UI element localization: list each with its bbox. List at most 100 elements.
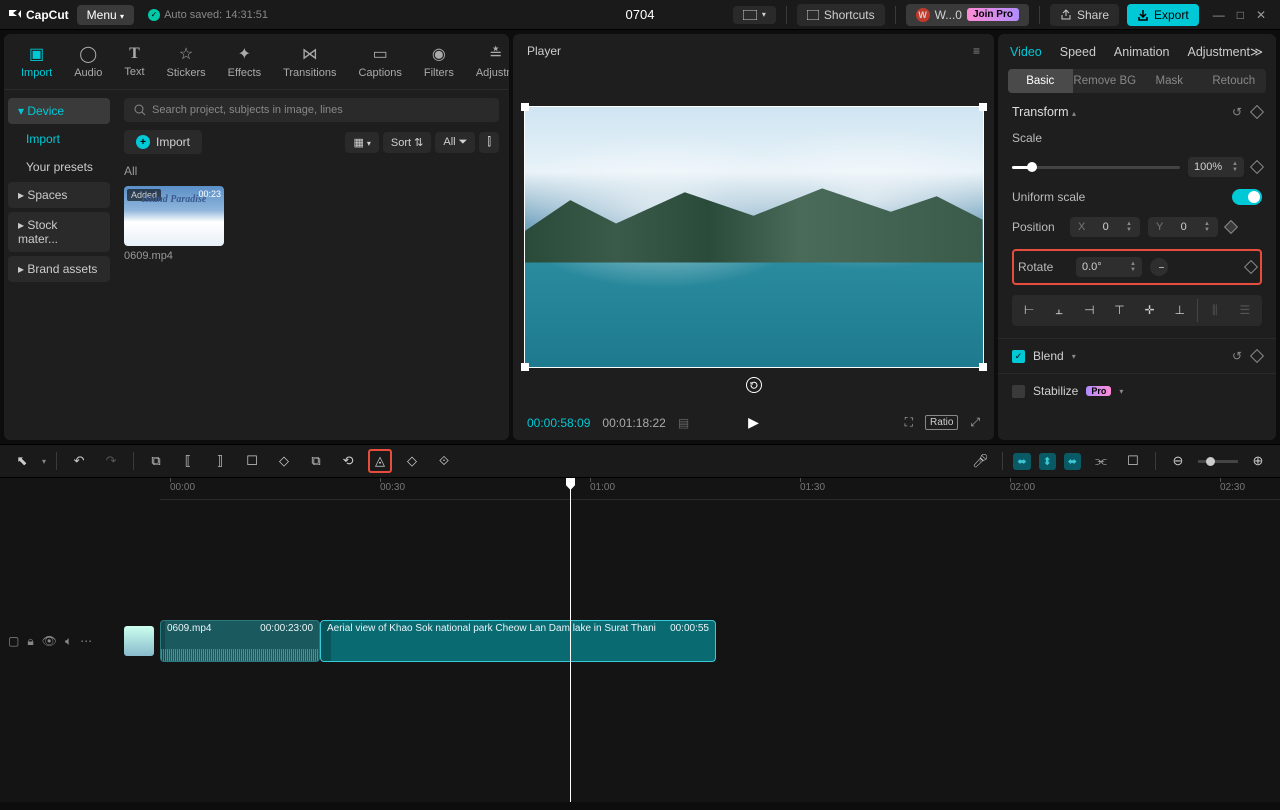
transform-header[interactable]: Transform ▴ (1012, 105, 1076, 119)
export-button[interactable]: Export (1127, 4, 1199, 26)
reset-blend-icon[interactable]: ↺ (1232, 349, 1242, 363)
split-button[interactable]: ⧉ (144, 449, 168, 473)
player-canvas[interactable] (524, 106, 984, 368)
keyframe-position-button[interactable] (1224, 220, 1238, 234)
tab-text[interactable]: TText (115, 41, 153, 82)
sidebar-item-import[interactable]: Import (8, 126, 110, 152)
timeline-clip-1[interactable]: 0609.mp400:00:23:00 (160, 620, 320, 662)
mic-button[interactable]: 🎤︎ (968, 449, 992, 473)
sort-button[interactable]: Sort ⇅ (383, 132, 431, 153)
sidebar-item-stock[interactable]: ▸ Stock mater... (8, 212, 110, 252)
zoom-out-button[interactable]: ⊖ (1166, 449, 1190, 473)
subtab-mask[interactable]: Mask (1137, 69, 1202, 93)
subtab-basic[interactable]: Basic (1008, 69, 1073, 93)
link-button[interactable]: ⫘ (1089, 449, 1113, 473)
view-grid-button[interactable]: ▦ ▾ (345, 132, 378, 153)
position-x-input[interactable]: X0▲▼ (1070, 217, 1140, 237)
tab-animation[interactable]: Animation (1114, 45, 1170, 59)
keyframe-rotate-button[interactable] (1244, 260, 1258, 274)
tab-transitions[interactable]: ⋈Transitions (274, 40, 345, 83)
scale-input[interactable]: 100%▲▼ (1188, 157, 1244, 177)
player-menu-icon[interactable]: ≡ (973, 44, 980, 58)
tab-import[interactable]: ▣Import (12, 40, 61, 83)
blend-checkbox[interactable]: ✓ (1012, 350, 1025, 363)
undo-button[interactable]: ↶ (67, 449, 91, 473)
crop-button[interactable]: ⟐ (432, 449, 456, 473)
ratio-button[interactable]: Ratio (925, 415, 958, 430)
search-input[interactable]: Search project, subjects in image, lines (124, 98, 499, 122)
project-name[interactable]: 0704 (626, 7, 655, 22)
rotate-input[interactable]: 0.0°▲▼ (1076, 257, 1142, 277)
keyframe-blend-button[interactable] (1250, 349, 1264, 363)
import-button[interactable]: +Import (124, 130, 202, 154)
sidebar-item-presets[interactable]: Your presets (8, 154, 110, 180)
filter-button[interactable]: ⫿ (479, 132, 499, 153)
playhead[interactable] (570, 478, 571, 802)
track-visible-icon[interactable]: 👁︎ (42, 634, 57, 648)
subtab-removebg[interactable]: Remove BG (1073, 69, 1138, 93)
timeline-clip-2[interactable]: Aerial view of Khao Sok national park Ch… (320, 620, 716, 662)
filter-all-button[interactable]: All ⏷ (435, 132, 475, 153)
snap-1-button[interactable]: ⬌ (1013, 453, 1030, 470)
track-cover-icon[interactable]: ▢ (8, 634, 19, 648)
timecode-list-icon[interactable]: ▤ (678, 416, 689, 430)
sidebar-item-spaces[interactable]: ▸ Spaces (8, 182, 110, 208)
tab-stickers[interactable]: ☆Stickers (158, 40, 215, 83)
snap-2-button[interactable]: ⬍ (1039, 453, 1056, 470)
share-button[interactable]: Share (1050, 4, 1119, 26)
rotation-handle[interactable] (746, 377, 762, 393)
tab-adjustment-r[interactable]: Adjustment≫ (1188, 44, 1264, 59)
stabilize-section[interactable]: Stabilize Pro ▾ (998, 373, 1276, 408)
reverse-button[interactable]: ⟲ (336, 449, 360, 473)
trim-right-button[interactable]: ⟧ (208, 449, 232, 473)
track-mute-icon[interactable]: 🔈︎ (65, 634, 72, 649)
timeline[interactable]: 00:00 00:30 01:00 01:30 02:00 02:30 ▢ 🔒︎… (0, 478, 1280, 802)
marker-button[interactable]: ◇ (272, 449, 296, 473)
workspace-button[interactable]: WW...0Join Pro (906, 4, 1029, 26)
fullscreen-button[interactable]: ⤢ (970, 415, 980, 430)
track-more-icon[interactable]: ⋯ (80, 634, 92, 648)
align-center-h-button[interactable]: ⫠ (1046, 299, 1072, 322)
snap-3-button[interactable]: ⬌ (1064, 453, 1081, 470)
rotate-dial[interactable] (1150, 258, 1168, 276)
zoom-in-button[interactable]: ⊕ (1246, 449, 1270, 473)
menu-button[interactable]: Menu ▾ (77, 5, 134, 25)
align-bottom-button[interactable]: ⊥ (1167, 299, 1193, 322)
maximize-button[interactable]: □ (1237, 8, 1244, 22)
align-left-button[interactable]: ⊢ (1016, 299, 1042, 322)
rotate-tool-button[interactable]: ◇ (400, 449, 424, 473)
align-center-v-button[interactable]: ✛ (1137, 299, 1163, 322)
blend-section[interactable]: ✓ Blend ▾ ↺ (998, 338, 1276, 373)
scale-fit-button[interactable]: ⛶ (905, 415, 913, 430)
align-right-button[interactable]: ⊣ (1076, 299, 1102, 322)
cover-thumbnail[interactable] (124, 626, 154, 656)
tab-audio[interactable]: ◯Audio (65, 40, 111, 83)
media-thumbnail[interactable]: Added 00:23 Island Paradise (124, 186, 224, 246)
stabilize-checkbox[interactable] (1012, 385, 1025, 398)
shortcuts-button[interactable]: Shortcuts (797, 4, 885, 26)
play-button[interactable]: ▶ (748, 414, 759, 431)
position-y-input[interactable]: Y0▲▼ (1148, 217, 1218, 237)
duplicate-button[interactable]: ⧉ (304, 449, 328, 473)
tab-speed[interactable]: Speed (1060, 45, 1096, 59)
subtab-retouch[interactable]: Retouch (1202, 69, 1267, 93)
redo-button[interactable]: ↷ (99, 449, 123, 473)
tab-effects[interactable]: ✦Effects (219, 40, 270, 83)
align-top-button[interactable]: ⊤ (1106, 299, 1132, 322)
scale-slider[interactable] (1012, 166, 1180, 169)
zoom-slider[interactable] (1198, 460, 1238, 463)
mirror-button[interactable]: ◬ (368, 449, 392, 473)
delete-button[interactable]: ☐ (240, 449, 264, 473)
tab-captions[interactable]: ▭Captions (349, 40, 410, 83)
trim-left-button[interactable]: ⟦ (176, 449, 200, 473)
tab-filters[interactable]: ◉Filters (415, 40, 463, 83)
keyframe-scale-button[interactable] (1250, 160, 1264, 174)
tab-adjustment[interactable]: ≛Adjustm (467, 40, 509, 83)
track-lock-icon[interactable]: 🔒︎ (27, 634, 33, 649)
tab-video[interactable]: Video (1010, 45, 1042, 59)
aspect-button[interactable]: ▾ (733, 6, 776, 24)
minimize-button[interactable]: ― (1213, 8, 1225, 22)
distribute-v-button[interactable]: ☰ (1232, 299, 1258, 322)
sidebar-item-brand[interactable]: ▸ Brand assets (8, 256, 110, 282)
select-tool[interactable]: ⬉ (10, 449, 34, 473)
